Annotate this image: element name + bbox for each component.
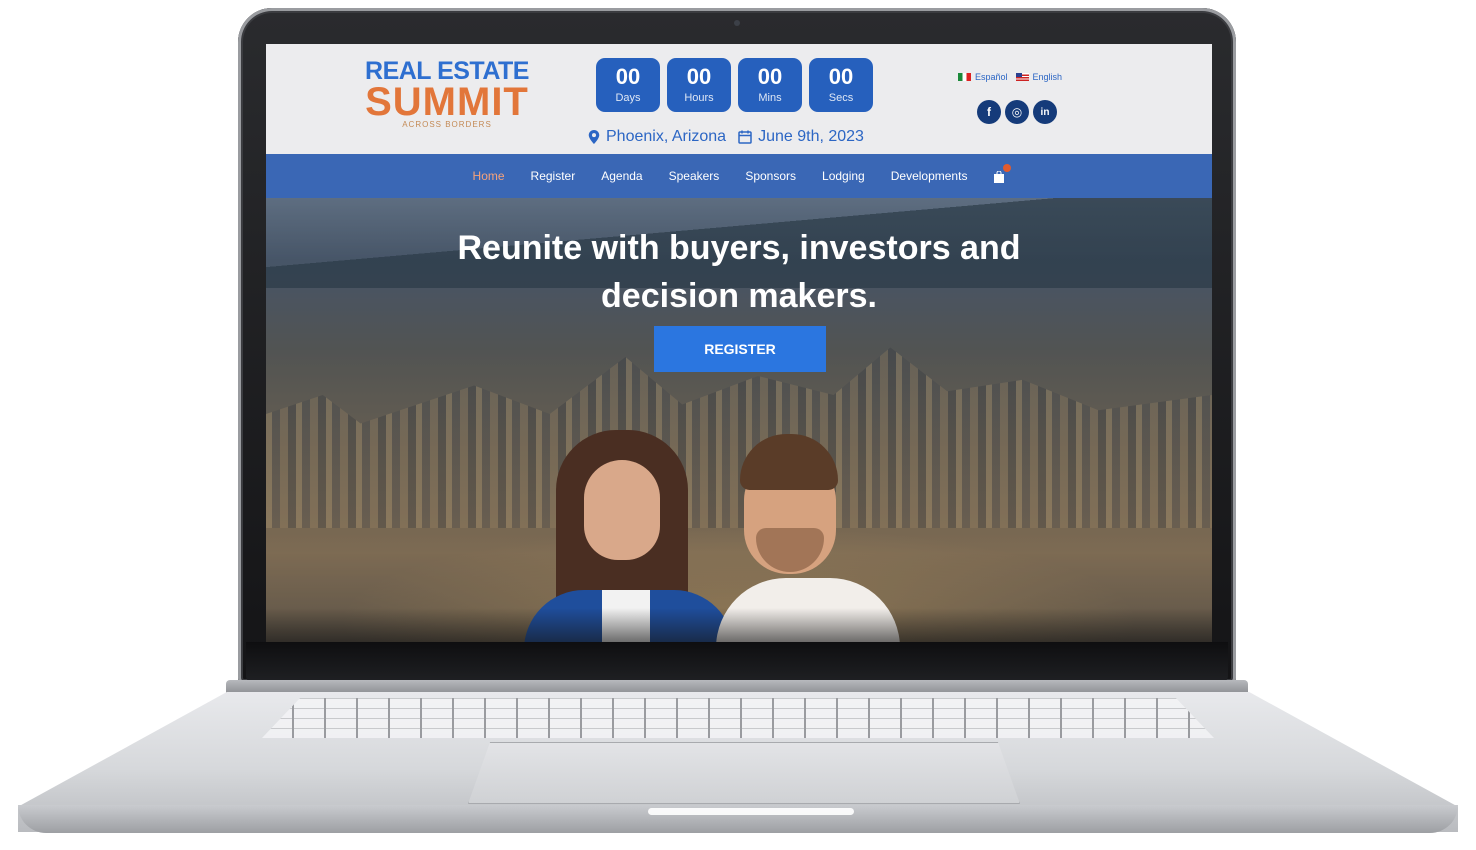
countdown-label: Days xyxy=(615,92,641,104)
countdown-secs: 00 Secs xyxy=(809,58,873,112)
laptop-screen: REAL ESTATE SUMMIT ACROSS BORDERS 00 Day… xyxy=(266,44,1212,642)
countdown-value: 00 xyxy=(615,64,641,89)
register-button[interactable]: REGISTER xyxy=(654,326,826,372)
nav-home[interactable]: Home xyxy=(473,169,505,183)
main-nav: Home Register Agenda Speakers Sponsors L… xyxy=(266,154,1212,198)
nav-register[interactable]: Register xyxy=(531,169,576,183)
woman-face xyxy=(584,460,660,560)
event-info: Phoenix, Arizona June 9th, 2023 xyxy=(588,128,864,146)
keyboard-rows xyxy=(262,698,1214,738)
lang-english[interactable]: English xyxy=(1015,72,1063,82)
facebook-icon[interactable]: f xyxy=(977,100,1001,124)
nav-speakers[interactable]: Speakers xyxy=(669,169,720,183)
location-pin-icon xyxy=(588,130,600,144)
nav-lodging[interactable]: Lodging xyxy=(822,169,865,183)
countdown-label: Mins xyxy=(758,92,782,104)
laptop-mockup: REAL ESTATE SUMMIT ACROSS BORDERS 00 Day… xyxy=(0,0,1476,850)
mx-flag-icon xyxy=(958,73,971,81)
countdown-hours: 00 Hours xyxy=(667,58,731,112)
laptop-hinge xyxy=(226,680,1248,694)
countdown-timer: 00 Days 00 Hours 00 Mins 00 Secs xyxy=(596,58,873,112)
cart-icon[interactable] xyxy=(993,164,1012,183)
facebook-glyph: f xyxy=(987,105,991,119)
instagram-icon[interactable]: ◎ xyxy=(1005,100,1029,124)
countdown-label: Hours xyxy=(684,92,714,104)
nav-agenda[interactable]: Agenda xyxy=(601,169,642,183)
nav-developments[interactable]: Developments xyxy=(891,169,968,183)
language-switcher: Español English xyxy=(958,72,1062,82)
linkedin-icon[interactable]: in xyxy=(1033,100,1057,124)
site-header: REAL ESTATE SUMMIT ACROSS BORDERS 00 Day… xyxy=(266,44,1212,154)
summit-logo[interactable]: REAL ESTATE SUMMIT ACROSS BORDERS xyxy=(362,58,532,129)
linkedin-glyph: in xyxy=(1040,106,1050,118)
countdown-mins: 00 Mins xyxy=(738,58,802,112)
lang-espanol[interactable]: Español xyxy=(958,72,1008,82)
social-links: f ◎ in xyxy=(977,100,1057,124)
cart-badge xyxy=(1003,164,1012,172)
hero-bottom-shade xyxy=(266,608,1212,642)
calendar-icon xyxy=(738,130,752,144)
us-flag-icon xyxy=(1015,73,1029,81)
countdown-value: 00 xyxy=(757,64,783,89)
countdown-value: 00 xyxy=(686,64,712,89)
laptop-notch xyxy=(648,808,854,815)
webcam-icon xyxy=(734,20,740,26)
hero-section: Reunite with buyers, investors and decis… xyxy=(266,198,1212,642)
laptop-trackpad xyxy=(468,742,1020,804)
laptop-bezel-bottom xyxy=(246,642,1228,682)
event-date: June 9th, 2023 xyxy=(758,128,864,145)
countdown-value: 00 xyxy=(828,64,854,89)
logo-line2: SUMMIT xyxy=(365,80,529,124)
lang-label: Español xyxy=(975,72,1008,82)
event-location: Phoenix, Arizona xyxy=(606,128,727,145)
lang-label: English xyxy=(1032,72,1063,82)
countdown-label: Secs xyxy=(828,92,854,104)
nav-sponsors[interactable]: Sponsors xyxy=(745,169,796,183)
instagram-glyph: ◎ xyxy=(1011,105,1023,119)
shopping-bag-icon xyxy=(994,170,1005,183)
hero-headline: Reunite with buyers, investors and decis… xyxy=(457,229,1021,315)
countdown-days: 00 Days xyxy=(596,58,660,112)
